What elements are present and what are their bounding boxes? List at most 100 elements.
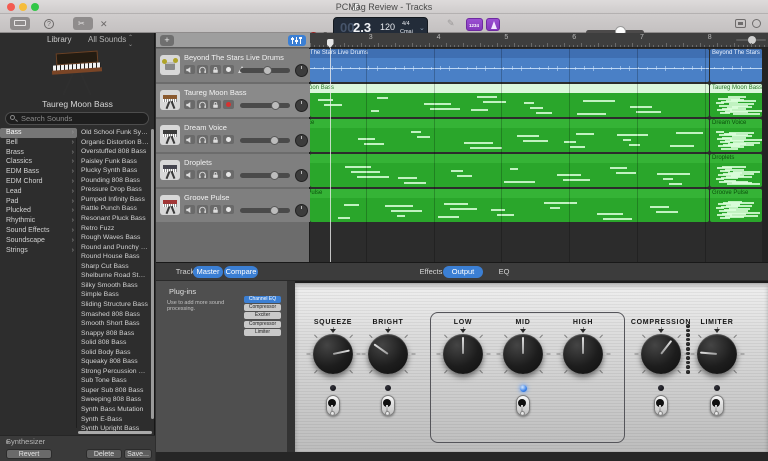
sound-item[interactable]: Plucky Synth Bass (77, 166, 149, 176)
sound-item[interactable]: Rattle Punch Bass (77, 204, 149, 214)
sound-item[interactable]: Paisley Funk Bass (77, 157, 149, 167)
plugin-slot[interactable]: Exciter (244, 312, 281, 319)
knob-low[interactable] (443, 334, 483, 374)
add-track-button[interactable]: + (160, 35, 174, 46)
track-lane[interactable]: Beyond The Stars Live DrumsBeyond The St… (310, 49, 768, 82)
track-header[interactable]: Taureg Moon Bass (156, 84, 310, 117)
solo-button[interactable] (197, 65, 208, 74)
track-header[interactable]: Droplets (156, 154, 310, 187)
track-volume-knob[interactable] (270, 206, 279, 215)
tab-output[interactable]: Output (443, 266, 483, 278)
region[interactable]: Taureg Moon Bass (310, 84, 709, 117)
toggle-switch[interactable] (653, 395, 669, 419)
track-lane[interactable]: Dream VoiceDream Voice (310, 119, 768, 152)
track-volume-knob[interactable] (270, 171, 279, 180)
knob-mid[interactable] (503, 334, 543, 374)
sound-item[interactable]: Sharp Cut Bass (77, 262, 149, 272)
sound-item[interactable]: Round and Punchy Bass (77, 243, 149, 253)
sound-item[interactable]: Sweeping 808 Bass (77, 395, 149, 405)
track-pan-knob[interactable] (295, 169, 308, 182)
media-browser-icon[interactable] (752, 19, 761, 28)
knob-high[interactable] (563, 334, 603, 374)
sound-item[interactable]: Synth Bass Mutation (77, 405, 149, 415)
sound-item[interactable]: Smooth Short Bass (77, 319, 149, 329)
track-volume-slider[interactable] (240, 208, 290, 213)
zoom-slider-knob[interactable] (748, 36, 756, 44)
mute-button[interactable] (184, 170, 195, 179)
region-loop[interactable]: Droplets (710, 154, 762, 187)
library-toggle-button[interactable] (10, 17, 30, 30)
track-lane[interactable]: Taureg Moon BassTaureg Moon Bass (310, 84, 768, 117)
category-item[interactable]: Strings› (0, 246, 77, 256)
chevron-down-icon[interactable]: ⌄ (419, 24, 425, 32)
sound-item[interactable]: Simple Bass (77, 290, 149, 300)
sound-item[interactable]: Silky Smooth Bass (77, 281, 149, 291)
mute-button[interactable] (184, 135, 195, 144)
category-item[interactable]: Soundscape› (0, 236, 77, 246)
sound-item[interactable]: Super Sub 808 Bass (77, 386, 149, 396)
record-enable-button[interactable] (223, 100, 234, 109)
solo-button[interactable] (197, 135, 208, 144)
track-volume-slider[interactable] (240, 68, 290, 73)
sound-item[interactable]: Pressure Drop Bass (77, 185, 149, 195)
toggle-switch[interactable] (325, 395, 341, 419)
lock-button[interactable] (210, 65, 221, 74)
lock-button[interactable] (210, 100, 221, 109)
toggle-switch[interactable] (709, 395, 725, 419)
region-loop[interactable]: Dream Voice (710, 119, 762, 152)
knob-compression[interactable] (641, 334, 681, 374)
sound-item[interactable]: Synth E-Bass (77, 415, 149, 425)
tab-master[interactable]: Master (193, 266, 223, 278)
record-enable-button[interactable] (223, 170, 234, 179)
sound-item[interactable]: Round House Bass (77, 252, 149, 262)
sound-item[interactable]: Strong Percussion Bass (77, 367, 149, 377)
editors-button[interactable]: ✂ (73, 17, 93, 30)
category-item[interactable]: Bell› (0, 138, 77, 148)
mute-button[interactable] (184, 100, 195, 109)
region[interactable]: Groove Pulse (310, 189, 709, 222)
region-loop[interactable]: Taureg Moon Bass (710, 84, 762, 117)
plugin-slot[interactable]: Compressor (244, 321, 281, 328)
track-volume-knob[interactable] (263, 66, 272, 75)
track-volume-slider[interactable] (240, 173, 290, 178)
sound-item[interactable]: Pounding 808 Bass (77, 176, 149, 186)
sound-item[interactable]: Sliding Structure Bass (77, 300, 149, 310)
category-item[interactable]: Plucked› (0, 206, 77, 216)
knob-bright[interactable] (368, 334, 408, 374)
sound-list-hscrollbar[interactable] (78, 431, 152, 434)
sound-item[interactable]: Solid 808 Bass (77, 338, 149, 348)
track-pan-knob[interactable] (295, 99, 308, 112)
sound-item[interactable]: Shelburne Road State Ba... (77, 271, 149, 281)
solo-button[interactable] (197, 170, 208, 179)
category-item[interactable]: Rhythmic› (0, 216, 77, 226)
lock-button[interactable] (210, 205, 221, 214)
knob-limiter[interactable] (697, 334, 737, 374)
lock-button[interactable] (210, 135, 221, 144)
toggle-switch[interactable] (380, 395, 396, 419)
ruler[interactable]: 345678 (310, 33, 768, 48)
category-item[interactable]: Brass› (0, 148, 77, 158)
category-item[interactable]: Bass› (0, 128, 77, 138)
region[interactable]: Dream Voice (310, 119, 709, 152)
sound-list-scrollbar[interactable] (151, 129, 154, 419)
search-input[interactable] (5, 112, 149, 125)
sound-item[interactable]: Old School Funk Synth B... (77, 128, 149, 138)
sound-item[interactable]: Pumped Infinity Bass (77, 195, 149, 205)
track-header[interactable]: Dream Voice (156, 119, 310, 152)
track-volume-slider[interactable] (240, 138, 290, 143)
track-volume-knob[interactable] (270, 136, 279, 145)
device-row[interactable]: Synthesizer ▸ (0, 435, 155, 447)
record-enable-button[interactable] (223, 65, 234, 74)
count-in-button[interactable]: 1234 (466, 18, 483, 31)
category-item[interactable]: EDM Bass› (0, 167, 77, 177)
timeline[interactable]: 345678 Beyond The Stars Live DrumsBeyond… (310, 33, 768, 262)
sound-item[interactable]: Smashed 808 Bass (77, 310, 149, 320)
track-pan-knob[interactable] (295, 64, 308, 77)
metronome-button[interactable] (486, 18, 500, 31)
mixer-button[interactable] (288, 35, 306, 46)
plugin-slot[interactable]: Compressor (244, 304, 281, 311)
sound-item[interactable]: Snappy 808 Bass (77, 329, 149, 339)
region[interactable]: Droplets (310, 154, 709, 187)
knob-squeeze[interactable] (313, 334, 353, 374)
region-loop[interactable]: Beyond The Stars Live Drums (710, 49, 762, 82)
